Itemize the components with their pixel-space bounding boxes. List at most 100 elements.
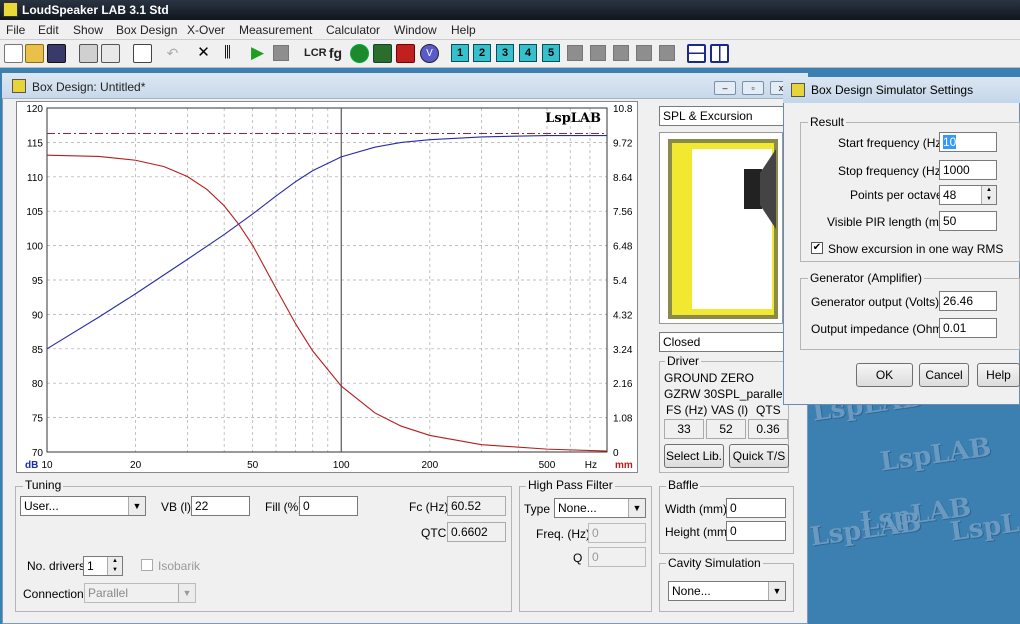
y-right-tick-label: 9.72 bbox=[613, 138, 633, 149]
stop-frequency-input[interactable]: 1000 bbox=[939, 160, 997, 180]
lcr-icon[interactable]: LCR bbox=[304, 44, 327, 63]
fill-input[interactable]: 0 bbox=[299, 496, 358, 516]
select-lib-button[interactable]: Select Lib. bbox=[664, 444, 724, 468]
vas-label: VAS (l) bbox=[711, 403, 749, 417]
print-icon[interactable] bbox=[79, 44, 98, 63]
chevron-down-icon[interactable]: ▼ bbox=[128, 497, 145, 515]
sliders-icon[interactable]: ⫼ bbox=[218, 44, 237, 63]
print-preview-icon[interactable] bbox=[101, 44, 120, 63]
hpf-freq-label: Freq. (Hz) bbox=[536, 527, 590, 541]
tile-vertical-icon[interactable] bbox=[710, 44, 729, 63]
tile-horizontal-icon[interactable] bbox=[687, 44, 706, 63]
ok-button[interactable]: OK bbox=[856, 363, 913, 387]
menu-show[interactable]: Show bbox=[73, 23, 103, 37]
new-file-icon[interactable] bbox=[4, 44, 23, 63]
stop-icon[interactable] bbox=[273, 45, 289, 61]
excursion-checkbox-label: Show excursion in one way RMS bbox=[828, 242, 1004, 256]
driver-brand: GROUND ZERO bbox=[664, 371, 754, 385]
spl-plot-area[interactable]: 120 115 110 105 100 95 90 85 80 75 70 10.8 9.72 8.64 7… bbox=[16, 101, 638, 473]
open-folder-icon[interactable] bbox=[25, 44, 44, 63]
y-right-unit-label: mm bbox=[615, 460, 633, 471]
tools-icon[interactable]: ✕ bbox=[194, 44, 213, 63]
chevron-down-icon[interactable]: ▼ bbox=[768, 582, 785, 600]
tuning-mode-select[interactable]: User... ▼ bbox=[20, 496, 146, 516]
menu-measurement[interactable]: Measurement bbox=[239, 23, 312, 37]
y-left-tick-label: 110 bbox=[27, 173, 43, 184]
copy-icon[interactable] bbox=[133, 44, 152, 63]
output-impedance-input[interactable]: 0.01 bbox=[939, 318, 997, 338]
y-right-tick-label: 5.4 bbox=[613, 276, 627, 287]
view-select[interactable]: SPL & Excursion bbox=[659, 106, 787, 126]
preset-4-button[interactable]: 4 bbox=[519, 44, 537, 62]
y-right-tick-label: 8.64 bbox=[613, 173, 633, 184]
preset-2-button[interactable]: 2 bbox=[473, 44, 491, 62]
simulator-dialog-titlebar[interactable]: Box Design Simulator Settings bbox=[783, 77, 1020, 103]
spinner-arrows-icon[interactable]: ▲ ▼ bbox=[981, 186, 996, 204]
start-frequency-input[interactable]: 10 bbox=[939, 132, 997, 152]
hpf-type-select[interactable]: None... ▼ bbox=[554, 498, 646, 518]
chevron-down-icon[interactable]: ▼ bbox=[628, 499, 645, 517]
menu-help[interactable]: Help bbox=[451, 23, 476, 37]
box-type-select[interactable]: Closed bbox=[659, 332, 787, 352]
baffle-width-input[interactable]: 0 bbox=[726, 498, 786, 518]
generator-output-input[interactable]: 26.46 bbox=[939, 291, 997, 311]
save-icon[interactable] bbox=[47, 44, 66, 63]
cancel-button[interactable]: Cancel bbox=[919, 363, 969, 387]
preset-1-button[interactable]: 1 bbox=[451, 44, 469, 62]
help-button[interactable]: Help bbox=[977, 363, 1020, 387]
x-unit-label: Hz bbox=[585, 460, 597, 471]
brand-logo: LspLAB bbox=[545, 111, 601, 126]
gray-slot-3-icon[interactable] bbox=[613, 45, 629, 61]
gray-slot-4-icon[interactable] bbox=[636, 45, 652, 61]
y-left-tick-label: 100 bbox=[26, 242, 43, 253]
minimize-button[interactable]: – bbox=[714, 81, 736, 95]
menu-edit[interactable]: Edit bbox=[38, 23, 59, 37]
meter-icon[interactable]: V bbox=[420, 44, 439, 63]
preset-3-button[interactable]: 3 bbox=[496, 44, 514, 62]
drivers-value: 1 bbox=[87, 559, 94, 573]
oscilloscope-icon[interactable] bbox=[396, 44, 415, 63]
gray-slot-5-icon[interactable] bbox=[659, 45, 675, 61]
cavity-select[interactable]: None... ▼ bbox=[668, 581, 786, 601]
y-left-tick-label: 75 bbox=[32, 414, 44, 425]
y-right-tick-label: 7.56 bbox=[613, 207, 633, 218]
chevron-down-icon[interactable]: ▼ bbox=[178, 584, 195, 602]
hpf-freq-input[interactable]: 0 bbox=[588, 523, 646, 543]
vb-label: VB (l) bbox=[161, 500, 191, 514]
y-right-tick-label: 0 bbox=[613, 448, 619, 459]
menu-file[interactable]: File bbox=[6, 23, 25, 37]
menu-box-design[interactable]: Box Design bbox=[116, 23, 177, 37]
menu-x-over[interactable]: X-Over bbox=[187, 23, 225, 37]
preset-5-button[interactable]: 5 bbox=[542, 44, 560, 62]
y-right-tick-label: 2.16 bbox=[613, 379, 633, 390]
box-design-titlebar[interactable]: Box Design: Untitled* – ▫ x bbox=[2, 73, 808, 99]
graph-icon[interactable] bbox=[373, 44, 392, 63]
quick-ts-button[interactable]: Quick T/S bbox=[729, 444, 789, 468]
fs-value: 33 bbox=[664, 419, 704, 439]
points-per-octave-label: Points per octave bbox=[850, 188, 943, 202]
green-circle-icon[interactable] bbox=[350, 44, 369, 63]
baffle-width-label: Width (mm) bbox=[665, 502, 727, 516]
connection-select[interactable]: Parallel ▼ bbox=[84, 583, 196, 603]
hpf-q-input[interactable]: 0 bbox=[588, 547, 646, 567]
y-right-tick-label: 6.48 bbox=[613, 242, 633, 253]
baffle-height-input[interactable]: 0 bbox=[726, 521, 786, 541]
gray-slot-1-icon[interactable] bbox=[567, 45, 583, 61]
menu-calculator[interactable]: Calculator bbox=[326, 23, 380, 37]
run-icon[interactable]: ▶ bbox=[248, 44, 267, 63]
pir-length-input[interactable]: 50 bbox=[939, 211, 997, 231]
vb-input[interactable]: 22 bbox=[191, 496, 250, 516]
fc-value: 60.52 bbox=[447, 496, 506, 516]
y-left-tick-label: 105 bbox=[26, 207, 43, 218]
result-group-label: Result bbox=[808, 115, 847, 129]
spinner-arrows-icon[interactable]: ▲ ▼ bbox=[107, 557, 122, 575]
y-left-tick-label: 70 bbox=[32, 448, 44, 459]
isobarik-checkbox[interactable] bbox=[141, 559, 153, 571]
menu-window[interactable]: Window bbox=[394, 23, 437, 37]
fg-icon[interactable]: fg bbox=[326, 44, 345, 63]
excursion-checkbox[interactable]: ✔ bbox=[811, 242, 823, 254]
maximize-button[interactable]: ▫ bbox=[742, 81, 764, 95]
gray-slot-2-icon[interactable] bbox=[590, 45, 606, 61]
hpf-q-label: Q bbox=[573, 551, 583, 565]
undo-icon[interactable]: ↶ bbox=[163, 44, 182, 63]
